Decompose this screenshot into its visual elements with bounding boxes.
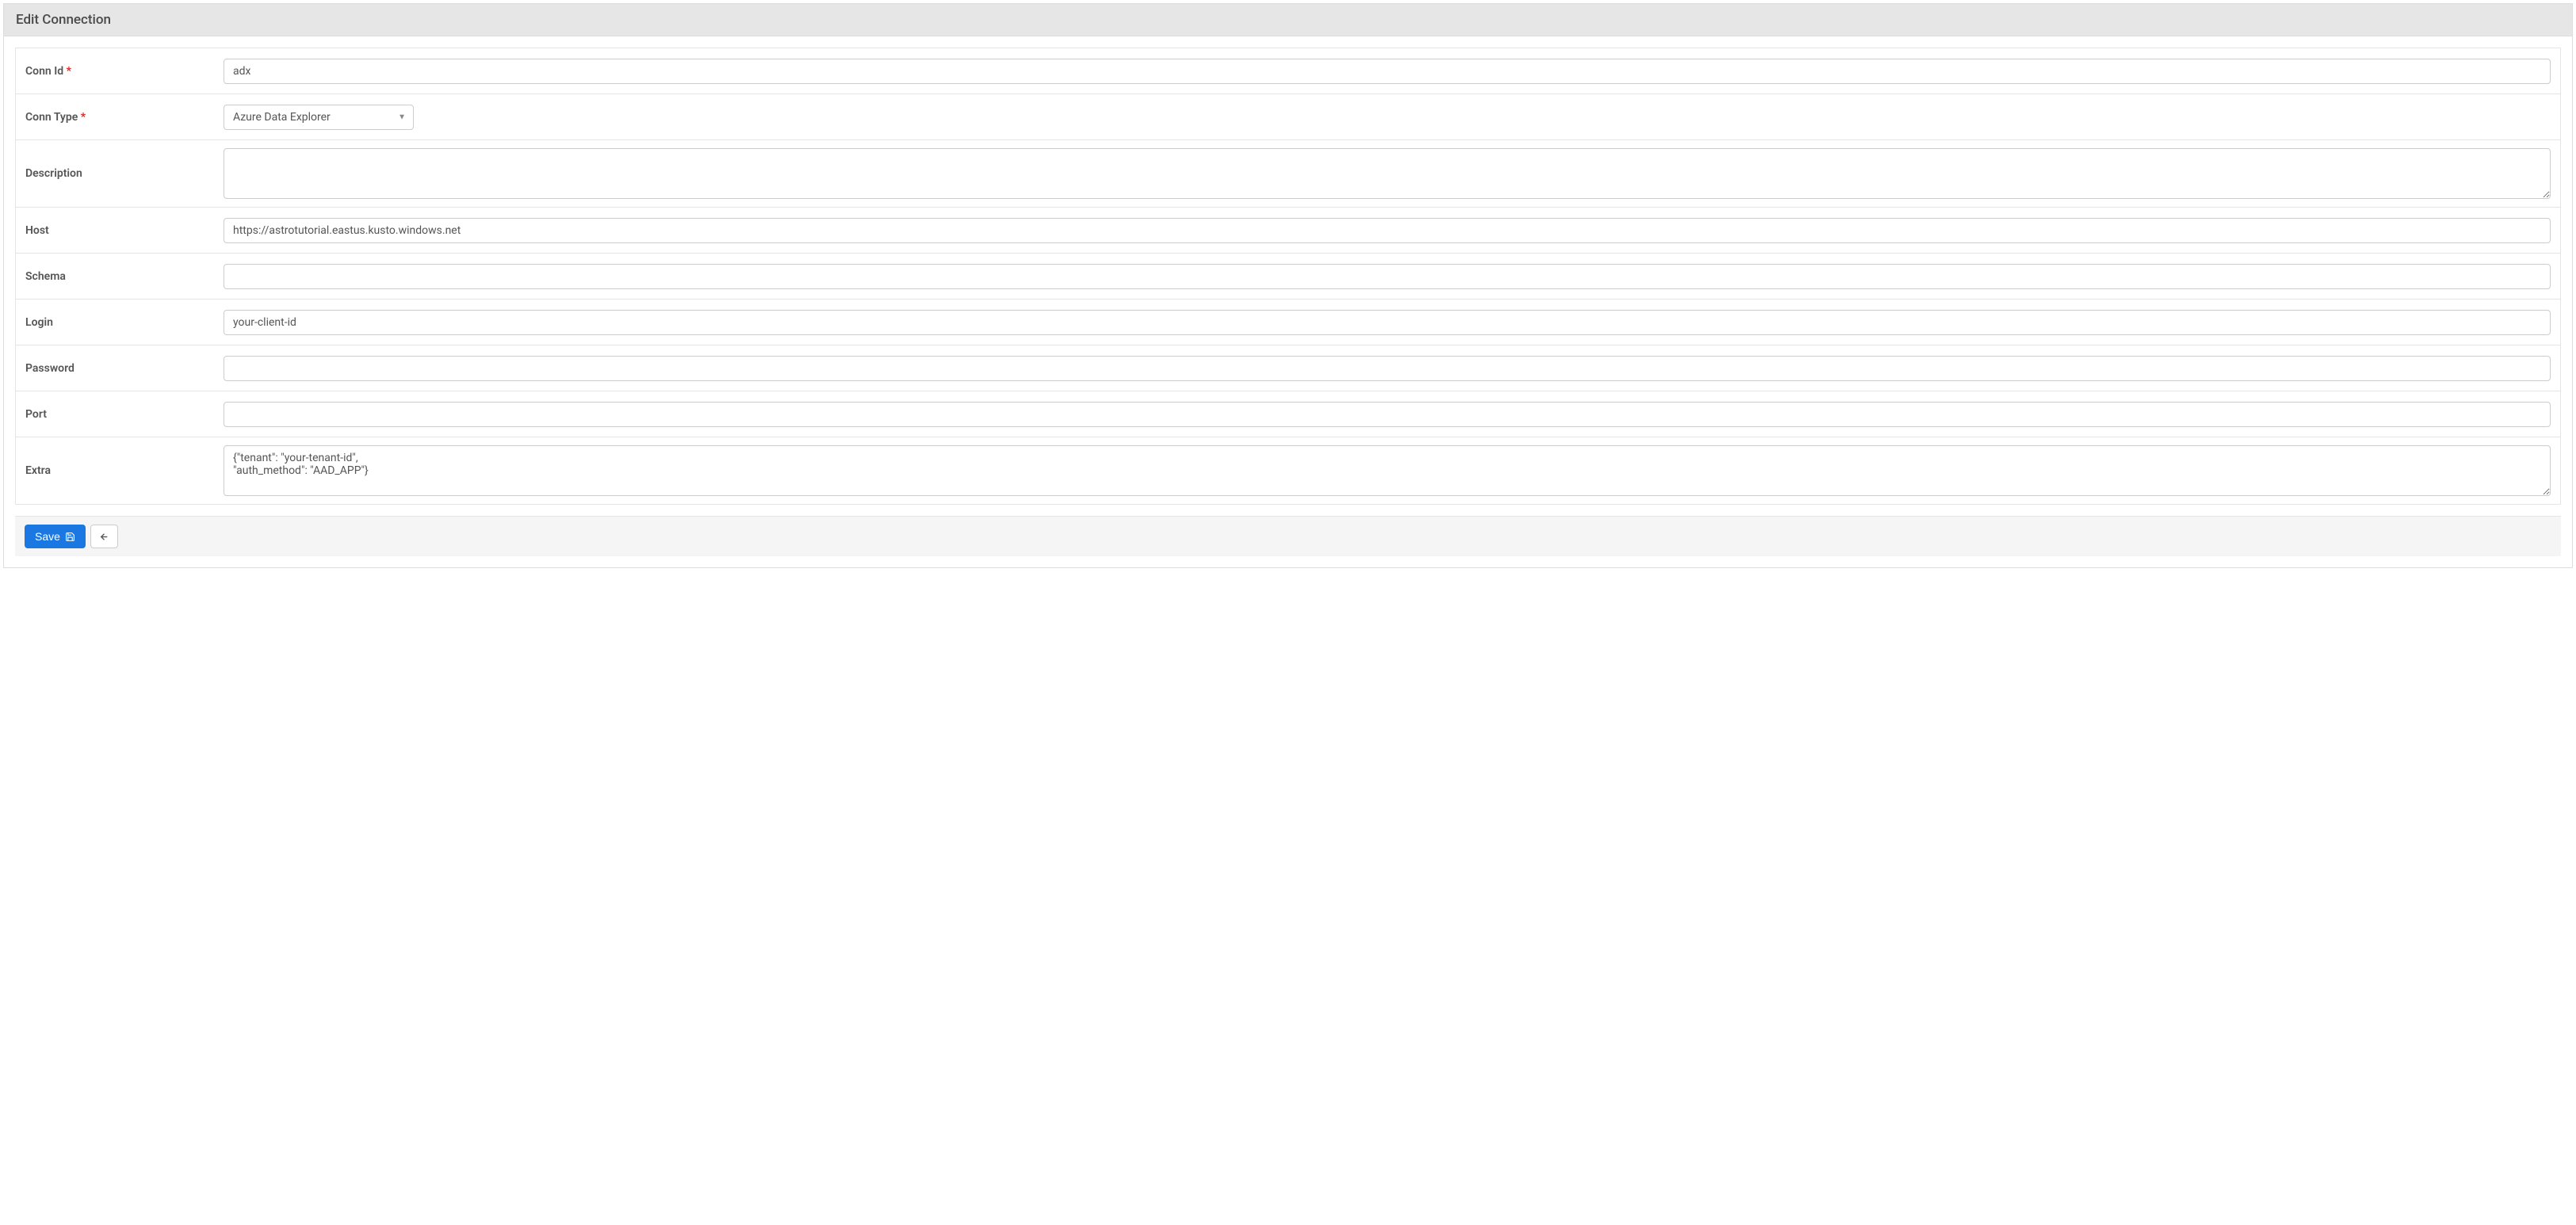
row-conn-id: Conn Id * [16,48,2560,94]
row-port: Port [16,391,2560,437]
label-port: Port [25,408,224,421]
label-description: Description [25,167,224,180]
connection-form: Conn Id * Conn Type * Azure Data Explore… [15,48,2561,505]
row-password: Password [16,345,2560,391]
row-login: Login [16,300,2560,345]
required-marker: * [67,65,71,78]
conn-id-input[interactable] [224,59,2551,84]
label-login: Login [25,316,224,329]
back-button[interactable] [90,525,118,548]
conn-type-select[interactable]: Azure Data Explorer ▼ [224,105,414,130]
save-icon [65,532,75,542]
row-conn-type: Conn Type * Azure Data Explorer ▼ [16,94,2560,140]
save-button[interactable]: Save [25,525,86,548]
panel-title: Edit Connection [4,4,2572,36]
form-body: Conn Id * Conn Type * Azure Data Explore… [4,36,2572,505]
row-host: Host [16,208,2560,254]
conn-type-value: Azure Data Explorer [224,105,414,130]
row-extra: Extra [16,437,2560,504]
host-input[interactable] [224,218,2551,243]
schema-input[interactable] [224,264,2551,289]
label-schema: Schema [25,270,224,283]
edit-connection-panel: Edit Connection Conn Id * Conn Type * [3,3,2573,568]
description-textarea[interactable] [224,148,2551,199]
label-conn-type: Conn Type * [25,111,224,124]
row-description: Description [16,140,2560,208]
label-host: Host [25,224,224,237]
label-password: Password [25,362,224,375]
panel-footer: Save [15,516,2561,556]
save-button-label: Save [35,530,60,543]
label-conn-type-text: Conn Type [25,111,78,124]
port-input[interactable] [224,402,2551,427]
extra-textarea[interactable] [224,445,2551,496]
password-input[interactable] [224,356,2551,381]
login-input[interactable] [224,310,2551,335]
row-schema: Schema [16,254,2560,300]
arrow-left-icon [99,532,109,542]
label-extra: Extra [25,464,224,477]
label-conn-id-text: Conn Id [25,65,63,78]
label-conn-id: Conn Id * [25,65,224,78]
required-marker: * [81,111,86,124]
